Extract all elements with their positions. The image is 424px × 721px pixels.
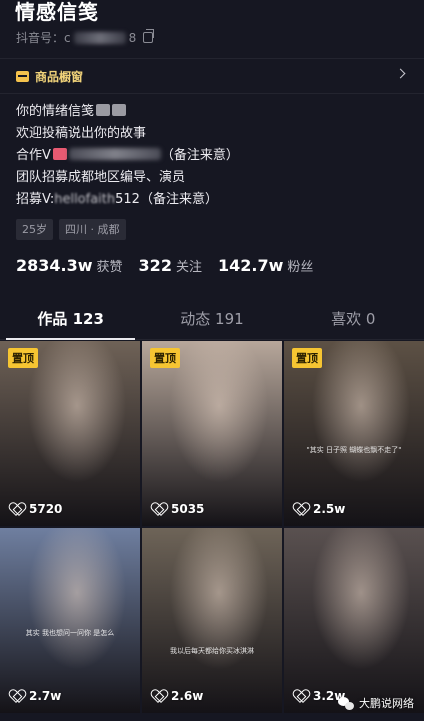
content-tabs: 作品 123 动态 191 喜欢 0 [0, 300, 424, 340]
bio-text: （备注来意） [160, 148, 239, 163]
like-count-value: 2.6w [171, 689, 204, 703]
douyin-id-prefix: 抖音号：c [16, 31, 71, 45]
heart-emoji-icon [52, 148, 67, 160]
bio-line: 招募V:hellofaith512（备注来意） [16, 189, 239, 211]
video-thumbnail[interactable]: 其实 我也想问一问你 是怎么 2.7w [0, 528, 140, 713]
like-count-value: 2.5w [313, 502, 346, 516]
profile-header: 情感信笺 抖音号：c 8 商品橱窗 你的情绪信笺 欢迎投稿说出你的故事 合作V （… [0, 0, 424, 300]
profile-stats: 2834.3w 获赞 322 关注 142.7w 粉丝 [16, 256, 313, 275]
redacted-contact [68, 148, 161, 160]
douyin-id-suffix: 8 [128, 30, 137, 45]
stat-value: 322 [138, 256, 172, 275]
stat-value: 2834.3w [16, 256, 93, 275]
pinned-badge: 置顶 [292, 348, 322, 368]
camera-emoji-icon [96, 104, 111, 116]
video-subtitle: 其实 我也想问一问你 是怎么 [25, 629, 115, 637]
video-thumbnail[interactable]: 置顶 5720 [0, 341, 140, 526]
stat-likes[interactable]: 2834.3w 获赞 [16, 256, 123, 275]
stat-followers[interactable]: 142.7w 粉丝 [218, 256, 313, 275]
bio-text: 招募V: [16, 192, 55, 207]
like-count: 2.7w [10, 689, 61, 703]
like-count: 2.5w [294, 502, 345, 516]
video-grid: 置顶 5720 置顶 5035 置顶 "其实 日子照 蝴蝶也飘不走了" 2.5w… [0, 341, 424, 713]
shop-icon [16, 70, 29, 82]
shop-window-row[interactable]: 商品橱窗 [0, 58, 424, 94]
video-subtitle: "其实 日子照 蝴蝶也飘不走了" [306, 446, 402, 454]
pinned-badge: 置顶 [8, 348, 38, 368]
copy-icon[interactable] [143, 29, 155, 43]
stat-label: 关注 [175, 260, 202, 275]
bio-text: 512（备注来意） [115, 192, 218, 207]
heart-outline-icon [294, 503, 308, 516]
heart-outline-icon [152, 690, 166, 703]
stat-label: 粉丝 [287, 260, 314, 275]
pinned-badge: 置顶 [150, 348, 180, 368]
like-count-value: 2.7w [29, 689, 62, 703]
profile-tags: 25岁 四川 · 成都 [16, 219, 126, 240]
watermark-text: 大鹏说网络 [359, 697, 414, 710]
heart-outline-icon [294, 690, 308, 703]
bio-text: hellofaith [54, 192, 116, 207]
video-thumbnail[interactable]: 置顶 5035 [142, 341, 282, 526]
camera-flash-emoji-icon [112, 104, 127, 116]
video-thumbnail[interactable]: 我以后每天都给你买冰淇淋 2.6w [142, 528, 282, 713]
bio-text: 你的情绪信笺 [16, 104, 95, 119]
heart-outline-icon [10, 690, 24, 703]
location-tag: 四川 · 成都 [59, 219, 126, 240]
bio-text: 合作V [16, 148, 51, 163]
wechat-icon [338, 696, 354, 710]
shop-label: 商品橱窗 [35, 69, 84, 84]
chevron-right-icon [395, 68, 406, 79]
stat-following[interactable]: 322 关注 [139, 256, 202, 275]
heart-outline-icon [152, 503, 166, 516]
tab-likes[interactable]: 喜欢 0 [283, 300, 424, 339]
stat-label: 获赞 [96, 260, 123, 275]
like-count-value: 5035 [171, 502, 205, 516]
like-count: 5720 [10, 502, 62, 516]
video-subtitle: 我以后每天都给你买冰淇淋 [170, 647, 254, 655]
tab-posts[interactable]: 动态 191 [141, 300, 282, 339]
bio-line: 团队招募成都地区编导、演员 [16, 170, 186, 185]
profile-name: 情感信笺 [15, 0, 99, 24]
watermark: 大鹏说网络 [338, 695, 414, 711]
douyin-id[interactable]: 抖音号：c 8 [16, 29, 155, 46]
video-thumbnail[interactable]: 置顶 "其实 日子照 蝴蝶也飘不走了" 2.5w [284, 341, 424, 526]
bio: 你的情绪信笺 欢迎投稿说出你的故事 合作V （备注来意） 团队招募成都地区编导、演… [16, 101, 239, 211]
like-count-value: 5720 [29, 502, 63, 516]
bio-line: 合作V （备注来意） [16, 145, 239, 167]
stat-value: 142.7w [217, 256, 284, 275]
tab-works[interactable]: 作品 123 [0, 300, 141, 340]
video-thumbnail[interactable]: 3.2w [284, 528, 424, 713]
age-tag: 25岁 [16, 219, 53, 240]
heart-outline-icon [10, 503, 24, 516]
like-count: 5035 [152, 502, 204, 516]
redacted-id [73, 31, 126, 44]
bio-line: 你的情绪信笺 [16, 101, 239, 123]
like-count: 2.6w [152, 689, 203, 703]
bio-line: 欢迎投稿说出你的故事 [16, 126, 147, 141]
